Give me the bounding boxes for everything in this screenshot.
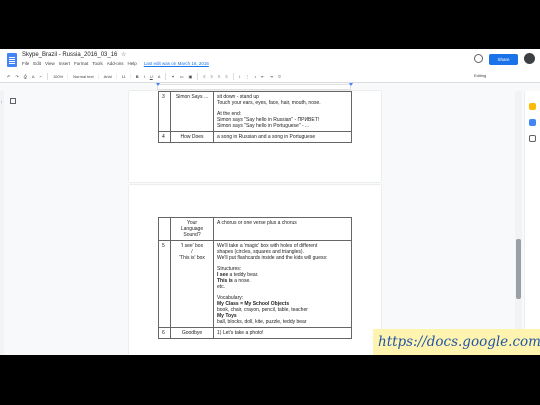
style-select[interactable]: Normal text xyxy=(73,74,99,79)
clear-format-icon[interactable]: T̸ xyxy=(278,74,280,79)
add-on-icon[interactable] xyxy=(529,135,536,142)
screen: Skype_Brazil - Russia_2016_03_16 ☆ File … xyxy=(0,49,540,355)
menu-addons[interactable]: Add-ons xyxy=(107,61,124,66)
ruler-track xyxy=(157,84,351,90)
toolbar: ↶ ↷ ⎙ A ⌐ 100% Normal text Arial 11 B I … xyxy=(0,71,540,83)
description-cell[interactable]: We'll take a 'magic' box with holes of d… xyxy=(213,240,352,328)
align-center-icon[interactable]: ≡ xyxy=(211,74,213,79)
activity-cell[interactable]: 'I see' box / 'This is' box xyxy=(170,240,214,328)
paint-format-icon[interactable]: ⌐ xyxy=(40,74,42,79)
menu-format[interactable]: Format xyxy=(74,61,88,66)
vertical-scrollbar[interactable] xyxy=(515,91,522,355)
text-color-icon[interactable]: A xyxy=(158,74,161,79)
menu-help[interactable]: Help xyxy=(128,61,137,66)
table-row: 4 How Does a song in Russian and a song … xyxy=(158,131,352,143)
side-panel xyxy=(524,91,540,355)
row-number[interactable]: 3 xyxy=(158,91,171,132)
document-page: Your Language Sound? A chorus or one ver… xyxy=(129,185,381,355)
docs-logo-icon[interactable] xyxy=(7,53,17,67)
text-span: a nose. xyxy=(232,278,251,284)
row-number[interactable]: 6 xyxy=(158,327,171,339)
source-url-watermark: https://docs.google.com xyxy=(373,329,540,355)
comment-icon[interactable]: ▭ xyxy=(180,74,184,79)
menu-edit[interactable]: Edit xyxy=(33,61,41,66)
tasks-icon[interactable] xyxy=(529,119,536,126)
scroll-thumb[interactable] xyxy=(516,239,521,299)
font-size-select[interactable]: 11 xyxy=(122,74,131,79)
table-row: 6 Goodbye 1) Let's take a photo! xyxy=(158,327,352,339)
activity-cell[interactable]: Goodbye xyxy=(170,327,214,339)
align-justify-icon[interactable]: ≡ xyxy=(225,74,227,79)
lesson-table: 3 Simon Says ... sit down - stand up Tou… xyxy=(158,91,352,143)
row-number[interactable]: 5 xyxy=(158,240,171,328)
title-bar: Skype_Brazil - Russia_2016_03_16 ☆ File … xyxy=(0,49,540,71)
outline-icon[interactable] xyxy=(10,98,16,104)
zoom-select[interactable]: 100% xyxy=(53,74,69,79)
spellcheck-icon[interactable]: A xyxy=(32,74,35,79)
image-icon[interactable]: ▣ xyxy=(189,74,193,79)
description-cell[interactable]: a song in Russian and a song in Portugue… xyxy=(213,131,352,143)
outline-toggle-icon[interactable]: ⁞ xyxy=(1,99,2,104)
vertical-ruler xyxy=(0,91,4,355)
keep-icon[interactable] xyxy=(529,103,536,110)
text-line: 'This is' box xyxy=(179,255,205,261)
left-indent-marker[interactable] xyxy=(156,83,160,86)
ruler xyxy=(0,83,540,91)
document-outline: ⁞ xyxy=(0,95,20,115)
description-cell[interactable]: sit down - stand up Touch your ears, eye… xyxy=(213,91,352,132)
menu-view[interactable]: View xyxy=(45,61,55,66)
description-cell[interactable]: 1) Let's take a photo! xyxy=(213,327,352,339)
underline-icon[interactable]: U xyxy=(150,74,153,79)
menu-tools[interactable]: Tools xyxy=(92,61,103,66)
text-line: Simon says "Say hello in Portuguese" - .… xyxy=(217,123,310,129)
undo-icon[interactable]: ↶ xyxy=(7,74,10,79)
text-line: Sound? xyxy=(183,232,201,238)
avatar[interactable] xyxy=(524,53,535,64)
menu-bar: File Edit View Insert Format Tools Add-o… xyxy=(22,61,209,66)
activity-cell[interactable]: Your Language Sound? xyxy=(170,217,214,241)
line-spacing-icon[interactable]: ↕ xyxy=(239,74,241,79)
activity-cell[interactable]: Simon Says ... xyxy=(170,91,214,132)
text-line: ball, blocks, doll, kite, puzzle, teddy … xyxy=(217,319,307,325)
italic-icon[interactable]: I xyxy=(144,74,145,79)
star-icon[interactable]: ☆ xyxy=(121,51,126,58)
increase-indent-icon[interactable]: ⇥ xyxy=(269,74,272,79)
table-row: 5 'I see' box / 'This is' box We'll take… xyxy=(158,240,352,328)
redo-icon[interactable]: ↷ xyxy=(15,74,18,79)
table-row: 3 Simon Says ... sit down - stand up Tou… xyxy=(158,91,352,132)
table-row: Your Language Sound? A chorus or one ver… xyxy=(158,217,352,241)
bulleted-list-icon[interactable]: • xyxy=(255,74,256,79)
share-button[interactable]: Share xyxy=(489,54,518,65)
bold-icon[interactable]: B xyxy=(136,74,139,79)
right-indent-marker[interactable] xyxy=(349,83,353,86)
comments-icon[interactable] xyxy=(474,54,483,63)
last-edit-link[interactable]: Last edit was on March 16, 2016 xyxy=(144,61,209,66)
menu-file[interactable]: File xyxy=(22,61,29,66)
align-right-icon[interactable]: ≡ xyxy=(218,74,220,79)
font-select[interactable]: Arial xyxy=(104,74,117,79)
row-number[interactable] xyxy=(158,217,171,241)
row-number[interactable]: 4 xyxy=(158,131,171,143)
lesson-table: Your Language Sound? A chorus or one ver… xyxy=(158,217,352,339)
link-icon[interactable]: ⚭ xyxy=(171,74,174,79)
document-page: 3 Simon Says ... sit down - stand up Tou… xyxy=(129,91,381,182)
menu-insert[interactable]: Insert xyxy=(59,61,70,66)
document-title[interactable]: Skype_Brazil - Russia_2016_03_16 xyxy=(22,52,117,58)
numbered-list-icon[interactable]: ⋮ xyxy=(246,74,250,79)
activity-cell[interactable]: How Does xyxy=(170,131,214,143)
print-icon[interactable]: ⎙ xyxy=(24,74,27,79)
align-left-icon[interactable]: ≡ xyxy=(203,74,205,79)
decrease-indent-icon[interactable]: ⇤ xyxy=(261,74,264,79)
editing-mode-select[interactable]: Editing xyxy=(474,73,486,78)
description-cell[interactable]: A chorus or one verse plus a chorus xyxy=(213,217,352,241)
